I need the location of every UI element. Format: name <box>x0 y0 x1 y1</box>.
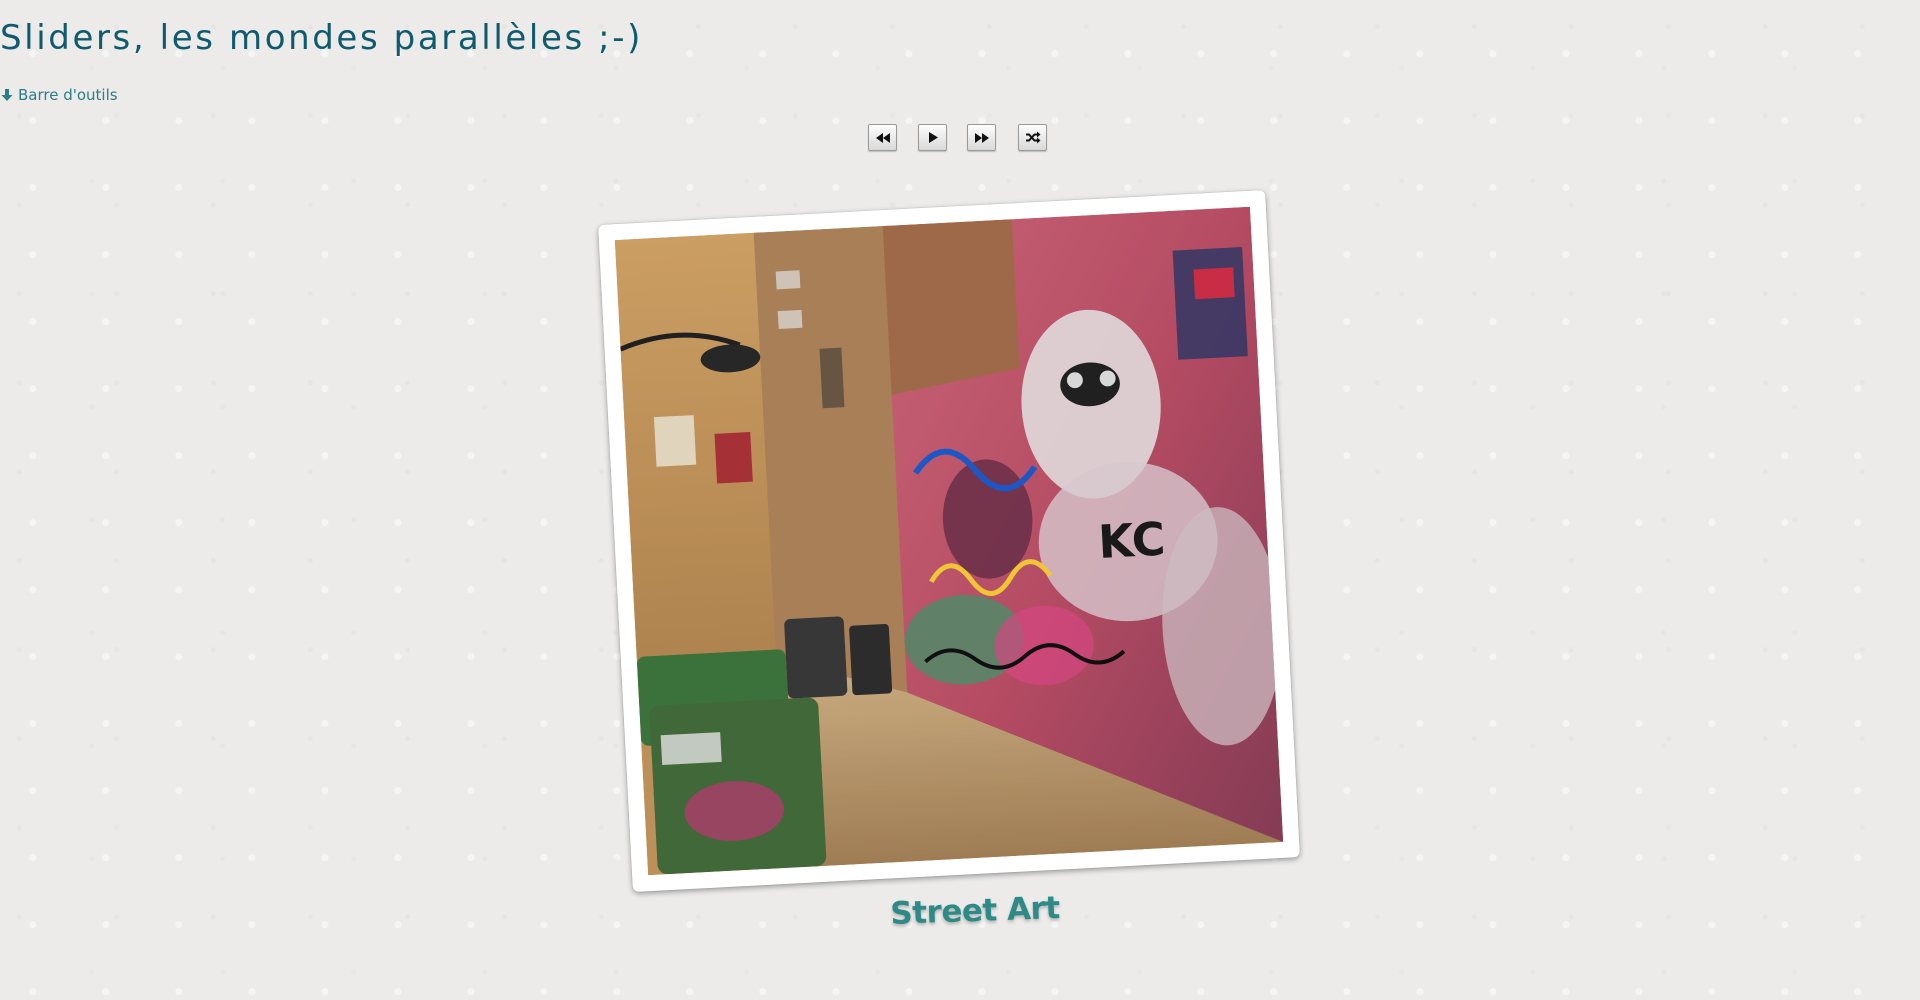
play-button[interactable] <box>918 124 947 151</box>
rewind-icon <box>875 132 891 144</box>
slide-frame: KC <box>597 189 1301 893</box>
toolbar-toggle-label: Barre d'outils <box>18 86 118 104</box>
slide-caption: Street Art <box>889 890 1061 932</box>
previous-button[interactable] <box>868 124 897 151</box>
shuffle-button[interactable] <box>1018 124 1047 151</box>
toolbar-toggle-link[interactable]: Barre d'outils <box>0 86 118 104</box>
next-button[interactable] <box>967 124 996 151</box>
play-icon <box>927 131 939 144</box>
arrow-down-icon <box>0 88 14 102</box>
page-title: Sliders, les mondes parallèles ;-) <box>0 18 643 58</box>
shuffle-icon <box>1025 131 1041 144</box>
slide-image: KC <box>614 206 1284 876</box>
fast-forward-icon <box>974 132 990 144</box>
